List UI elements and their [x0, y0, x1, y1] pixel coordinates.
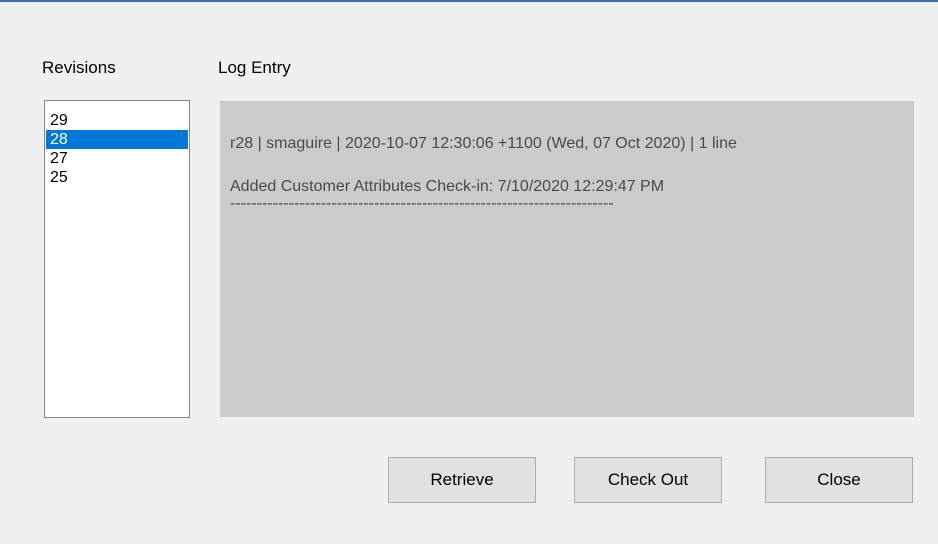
revision-item-29[interactable]: 29 [46, 111, 188, 130]
log-message: Added Customer Attributes Check-in: 7/10… [230, 178, 665, 195]
window-top-border [0, 0, 938, 2]
revisions-label: Revisions [42, 58, 116, 77]
retrieve-button[interactable]: Retrieve [388, 457, 536, 503]
log-entry-textbox[interactable]: r28 | smaguire | 2020-10-07 12:30:06 +11… [220, 101, 914, 417]
check-out-button[interactable]: Check Out [574, 457, 722, 503]
revision-item-28[interactable]: 28 [46, 130, 188, 149]
log-header-line: r28 | smaguire | 2020-10-07 12:30:06 +11… [230, 135, 737, 152]
log-entry-label: Log Entry [218, 58, 291, 77]
log-separator: ----------------------------------------… [230, 197, 614, 211]
revision-item-27[interactable]: 27 [46, 149, 188, 168]
revisions-listbox[interactable]: 29 28 27 25 [44, 100, 190, 418]
close-button[interactable]: Close [765, 457, 913, 503]
revision-item-25[interactable]: 25 [46, 168, 188, 187]
